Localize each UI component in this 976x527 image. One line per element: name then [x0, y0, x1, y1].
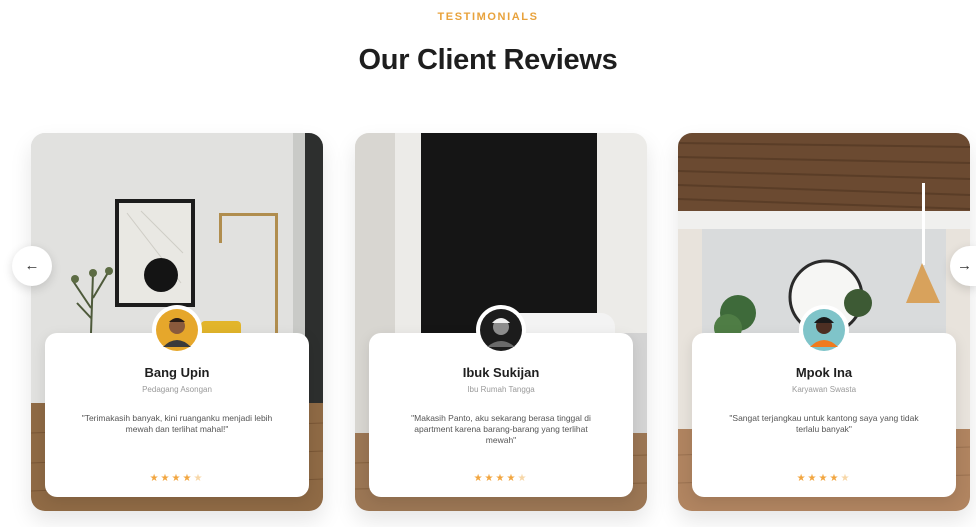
star-icon: ★	[149, 473, 161, 484]
review-card: Mpok Ina Karyawan Swasta "Sangat terjang…	[678, 133, 970, 511]
review-info-card: Bang Upin Pedagang Asongan "Terimakasih …	[45, 305, 309, 497]
user-avatar-icon	[480, 309, 522, 351]
star-icon: ★	[829, 473, 841, 484]
user-avatar-icon	[803, 309, 845, 351]
section-eyebrow: TESTIMONIALS	[437, 11, 539, 23]
star-icon: ★	[484, 473, 496, 484]
reviewer-name: Ibuk Sukijan	[462, 365, 540, 380]
star-icon: ★	[182, 473, 194, 484]
reviewer-name: Mpok Ina	[795, 365, 853, 380]
reviewer-role: Pedagang Asongan	[142, 385, 212, 394]
star-icon: ★	[506, 473, 518, 484]
rating-stars: ★★★★★	[369, 473, 633, 484]
star-icon: ★	[473, 473, 485, 484]
reviewer-role: Karyawan Swasta	[791, 385, 857, 394]
review-quote: "Makasih Panto, aku sekarang berasa ting…	[411, 413, 591, 445]
star-icon: ★	[193, 473, 205, 484]
star-icon: ★	[840, 473, 852, 484]
star-icon: ★	[495, 473, 507, 484]
review-quote: "Sangat terjangkau untuk kantong saya ya…	[729, 413, 919, 434]
review-card: Bang Upin Pedagang Asongan "Terimakasih …	[31, 133, 323, 511]
carousel-prev-button[interactable]: ←	[12, 246, 52, 286]
star-icon: ★	[796, 473, 808, 484]
reviewer-role: Ibu Rumah Tangga	[467, 385, 535, 394]
avatar	[152, 305, 202, 355]
star-icon: ★	[517, 473, 529, 484]
arrow-right-icon: →	[957, 257, 972, 274]
star-icon: ★	[818, 473, 830, 484]
review-quote: "Terimakasih banyak, kini ruanganku menj…	[81, 413, 273, 434]
review-info-card: Mpok Ina Karyawan Swasta "Sangat terjang…	[692, 305, 956, 497]
review-info-card: Ibuk Sukijan Ibu Rumah Tangga "Makasih P…	[369, 305, 633, 497]
avatar	[476, 305, 526, 355]
review-card: Ibuk Sukijan Ibu Rumah Tangga "Makasih P…	[355, 133, 647, 511]
avatar	[799, 305, 849, 355]
star-icon: ★	[160, 473, 172, 484]
star-icon: ★	[171, 473, 183, 484]
star-icon: ★	[807, 473, 819, 484]
arrow-left-icon: ←	[24, 257, 40, 274]
section-title: Our Client Reviews	[358, 44, 618, 76]
rating-stars: ★★★★★	[692, 473, 956, 484]
user-avatar-icon	[156, 309, 198, 351]
reviewer-name: Bang Upin	[144, 365, 210, 380]
rating-stars: ★★★★★	[45, 473, 309, 484]
